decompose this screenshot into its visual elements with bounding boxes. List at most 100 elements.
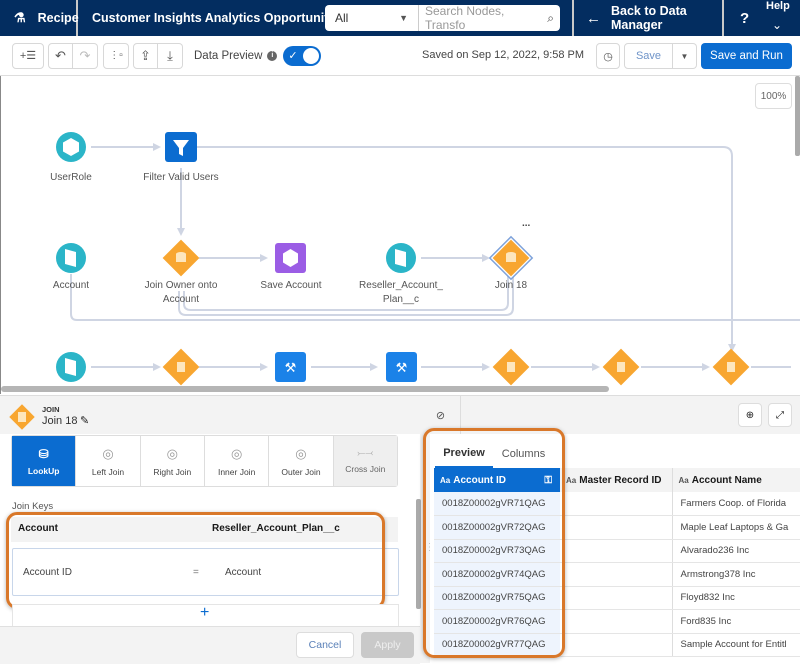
node-userrole[interactable]: [56, 132, 86, 162]
cross-join-icon: ⤚⤙: [357, 448, 374, 459]
left-panel-scrollbar[interactable]: [416, 499, 421, 609]
save-button-group: Save ▼: [624, 43, 697, 69]
cell-account-name[interactable]: Floyd832 Inc: [672, 586, 800, 610]
join-type-right[interactable]: ◎ Right Join: [141, 436, 205, 486]
node-label: Join Owner onto Account: [144, 280, 218, 305]
cell-master-record-id[interactable]: [560, 609, 673, 634]
join-keys-highlight: [6, 512, 385, 609]
cell-account-name[interactable]: Armstrong378 Inc: [672, 562, 800, 587]
node-r3-join-2[interactable]: [492, 348, 530, 386]
node-filter-valid-users[interactable]: [165, 132, 197, 162]
hide-preview-icon[interactable]: ⊘: [436, 409, 445, 422]
cell-account-name[interactable]: Ford835 Inc: [672, 609, 800, 634]
back-label: Back to Data Manager: [611, 4, 687, 32]
cell-master-record-id[interactable]: [560, 633, 673, 657]
join-type-label: LookUp: [27, 465, 60, 476]
search-scope-select[interactable]: All ▼: [325, 5, 419, 31]
column-name: Master Record ID: [579, 474, 662, 486]
node-join-owner-onto-account[interactable]: [162, 239, 200, 277]
recipe-canvas[interactable]: ⚒ ⚒ UserRole Filter Valid Users Account …: [0, 76, 800, 394]
back-to-data-manager-button[interactable]: ← Back to Data Manager: [572, 0, 724, 36]
left-join-icon: ◎: [102, 445, 114, 461]
help-menu[interactable]: ? Help ⌄: [726, 0, 800, 36]
node-more-actions[interactable]: ...: [522, 218, 530, 229]
upload-button[interactable]: ⇪: [133, 42, 158, 69]
node-r3-transform-1[interactable]: ⚒: [275, 352, 306, 382]
search-zoom-icon: ⊕: [745, 409, 755, 421]
join-type-label: Outer Join: [281, 466, 321, 477]
node-r3-join-1[interactable]: [162, 348, 200, 386]
pencil-icon[interactable]: ✎: [80, 414, 89, 427]
search-input[interactable]: Search Nodes, Transfo ⌕: [419, 4, 560, 32]
expand-preview-button[interactable]: ⤢: [768, 403, 792, 427]
node-reseller-account-plan[interactable]: [386, 243, 416, 273]
download-button[interactable]: ⤓: [158, 42, 183, 69]
undo-icon: ↶: [55, 47, 66, 63]
redo-button[interactable]: ↷: [73, 42, 98, 69]
cell-master-record-id[interactable]: [560, 492, 673, 516]
save-label: Save: [635, 50, 662, 62]
cell-master-record-id[interactable]: [560, 562, 673, 587]
join-type-lookup[interactable]: ⛁ LookUp: [12, 436, 77, 486]
cell-account-name[interactable]: Farmers Coop. of Florida: [672, 492, 800, 516]
cell-account-name[interactable]: Sample Account for Entitl: [672, 633, 800, 657]
apply-label: Apply: [374, 639, 401, 651]
zoom-preview-button[interactable]: ⊕: [738, 403, 762, 427]
node-r3-join-4[interactable]: [712, 348, 750, 386]
join-type-inner[interactable]: ◎ Inner Join: [205, 436, 270, 486]
check-icon: ✓: [288, 49, 298, 62]
join-type-cross[interactable]: ⤚⤙ Cross Join: [333, 436, 397, 486]
top-nav-bar: ⚗ Recipe Customer Insights Analytics Opp…: [0, 0, 800, 36]
add-data-icon: +☰: [19, 50, 37, 62]
node-r3-join-3[interactable]: [602, 348, 640, 386]
undo-button[interactable]: ↶: [48, 42, 73, 69]
cell-master-record-id[interactable]: [560, 539, 673, 563]
layout-icon: ⋮▫: [109, 50, 123, 61]
recipe-title[interactable]: Customer Insights Analytics Opportunity …: [78, 11, 368, 26]
add-input-data-button[interactable]: +☰: [12, 42, 44, 69]
node-type-label: JOIN: [42, 405, 60, 414]
join-settings: ⛁ LookUp ◎ Left Join ◎ Right Join ◎ Inner Jo…: [0, 434, 421, 664]
node-label: Join 18: [494, 280, 528, 291]
join-type-outer[interactable]: ◎ Outer Join: [269, 436, 334, 486]
column-name: Account Name: [691, 474, 762, 486]
outer-join-icon: ◎: [295, 445, 307, 461]
text-type-icon: Aa: [678, 475, 689, 485]
inner-join-icon: ◎: [230, 445, 243, 461]
edge-join18-loop-a: [183, 274, 509, 311]
auto-layout-button[interactable]: ⋮▫: [103, 42, 129, 69]
cell-account-name[interactable]: Alvarado236 Inc: [672, 539, 800, 563]
column-header-account-name[interactable]: Aa Account Name: [672, 468, 800, 492]
node-name: Join 18: [42, 415, 78, 427]
cell-master-record-id[interactable]: [560, 515, 673, 540]
save-options-button[interactable]: ▼: [673, 43, 697, 69]
zoom-level-button[interactable]: 100%: [755, 83, 792, 109]
column-header-master-record-id[interactable]: Aa Master Record ID: [560, 468, 673, 492]
save-and-run-label: Save and Run: [710, 50, 783, 62]
join-panel-footer: [0, 626, 420, 664]
apply-button[interactable]: Apply: [361, 632, 414, 658]
chevron-down-icon: ⌄: [772, 18, 783, 32]
version-history-button[interactable]: ◷: [596, 43, 620, 69]
join-panel-header: JOIN Join 18 ✎: [0, 396, 420, 434]
cell-master-record-id[interactable]: [560, 586, 673, 610]
data-preview-toggle[interactable]: ✓: [283, 45, 322, 66]
node-save-account[interactable]: [275, 243, 306, 273]
add-join-key-button[interactable]: +: [200, 604, 209, 622]
zoom-level: 100%: [760, 90, 787, 102]
horizontal-scrollbar[interactable]: [1, 386, 609, 392]
node-account[interactable]: [56, 243, 86, 273]
vertical-scrollbar[interactable]: [795, 76, 800, 156]
save-and-run-button[interactable]: Save and Run: [701, 43, 792, 69]
join-type-left[interactable]: ◎ Left Join: [76, 436, 141, 486]
node-join-18[interactable]: [488, 235, 534, 281]
node-r3-input[interactable]: [56, 352, 86, 382]
search-placeholder: Search Nodes, Transfo: [425, 4, 505, 32]
recipe-app-label: ⚗ Recipe: [0, 0, 79, 36]
redo-icon: ↷: [79, 47, 91, 63]
save-button[interactable]: Save: [624, 43, 673, 69]
node-r3-transform-2[interactable]: ⚒: [386, 352, 417, 382]
join-type-label: Right Join: [153, 466, 192, 477]
cell-account-name[interactable]: Maple Leaf Laptops & Ga: [672, 515, 800, 540]
cancel-button[interactable]: Cancel: [296, 632, 354, 658]
